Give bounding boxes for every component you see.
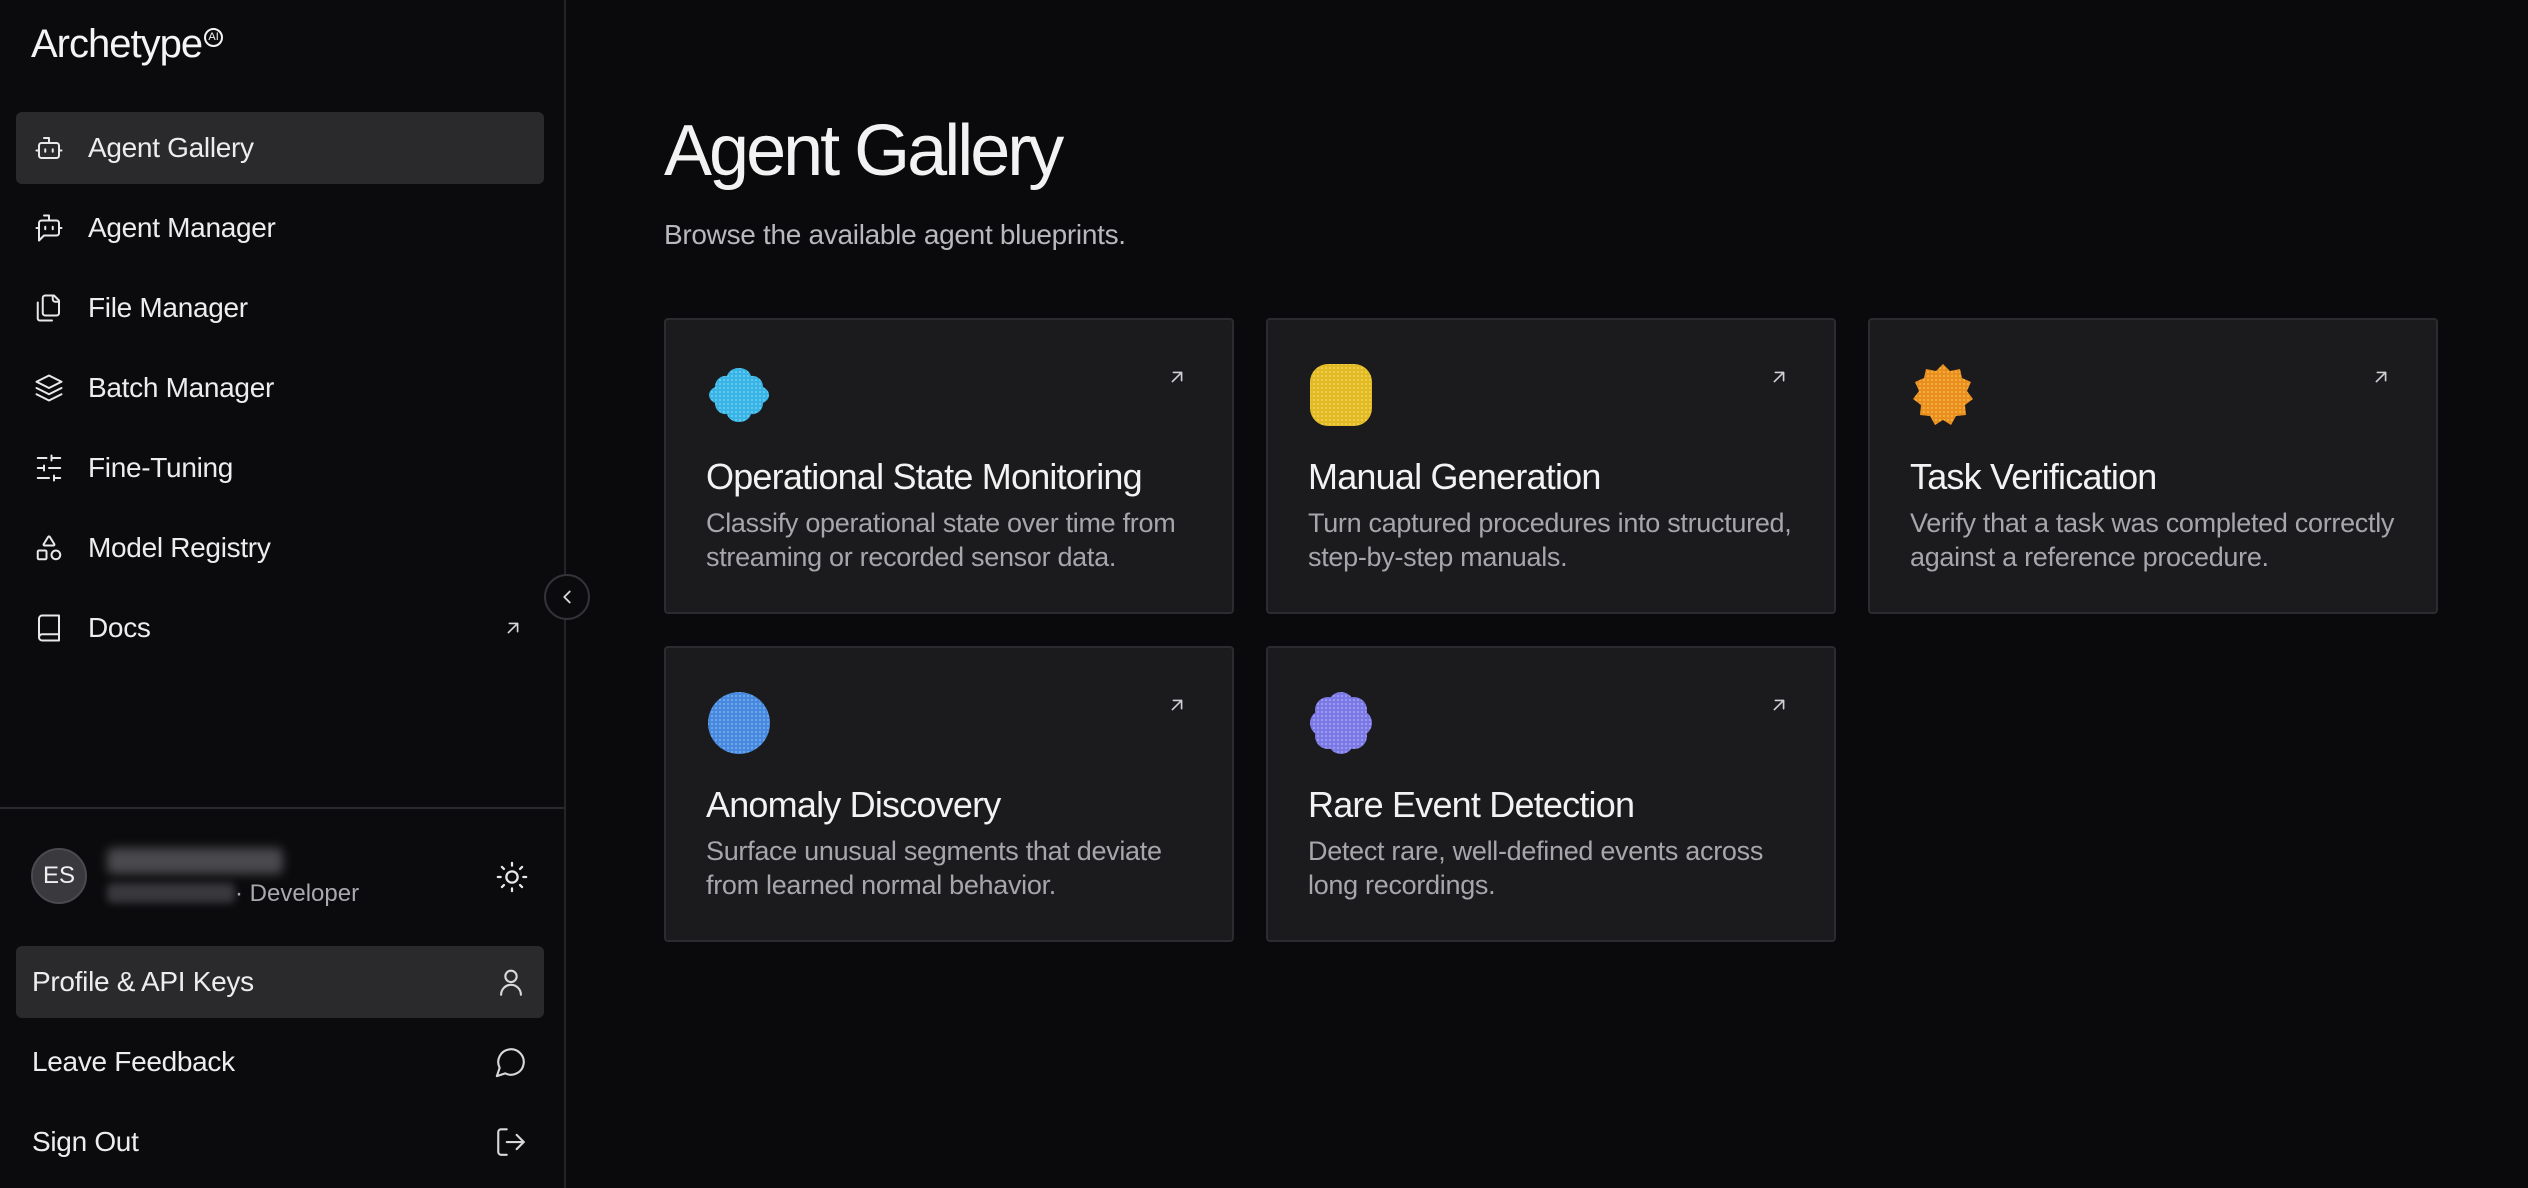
flower-icon	[1308, 690, 1374, 756]
user-name-redacted	[107, 848, 283, 874]
files-icon	[32, 291, 66, 325]
sidebar-item-file-manager[interactable]: File Manager	[16, 272, 544, 344]
sidebar-item-label: File Manager	[88, 292, 248, 323]
avatar[interactable]: ES	[31, 848, 87, 904]
user-icon	[494, 965, 528, 999]
card-description: Turn captured procedures into structured…	[1308, 508, 1792, 572]
sliders-icon	[32, 451, 66, 485]
arrow-up-right-icon	[2370, 366, 2392, 388]
circle-icon	[706, 690, 772, 756]
sidebar-item-agent-gallery[interactable]: Agent Gallery	[16, 112, 544, 184]
page-title: Agent Gallery	[664, 111, 1064, 191]
logo-text: Archetype	[31, 22, 203, 66]
agent-card-anomaly-discovery[interactable]: Anomaly Discovery Surface unusual segmen…	[664, 646, 1234, 942]
sidebar-divider	[0, 807, 566, 809]
card-description: Detect rare, well-defined events across …	[1308, 836, 1764, 900]
card-description: Surface unusual segments that deviate fr…	[706, 836, 1162, 900]
sidebar-item-label: Batch Manager	[88, 372, 274, 403]
arrow-up-right-icon	[1166, 366, 1188, 388]
page-subtitle: Browse the available agent blueprints.	[664, 219, 1126, 250]
logo[interactable]: Archetype AI	[31, 22, 224, 67]
sidebar: Archetype AI Agent Gallery Agent Manager …	[0, 0, 566, 1188]
agent-card-rare-event-detection[interactable]: Rare Event Detection Detect rare, well-d…	[1266, 646, 1836, 942]
cloud-blob-icon	[706, 362, 772, 428]
agent-card-manual-generation[interactable]: Manual Generation Turn captured procedur…	[1266, 318, 1836, 614]
leave-feedback-label: Leave Feedback	[32, 1046, 235, 1077]
sidebar-nav: Agent Gallery Agent Manager File Manager…	[16, 112, 544, 672]
card-title: Operational State Monitoring	[706, 456, 1143, 497]
logo-mark: AI	[204, 28, 224, 47]
collapse-sidebar-button[interactable]	[544, 574, 590, 620]
sidebar-item-batch-manager[interactable]: Batch Manager	[16, 352, 544, 424]
message-circle-icon	[494, 1045, 528, 1079]
arrow-up-right-icon	[1166, 694, 1188, 716]
bot-message-icon	[32, 211, 66, 245]
sidebar-item-label: Agent Manager	[88, 212, 276, 243]
sidebar-item-label: Fine-Tuning	[88, 452, 234, 483]
chevron-left-icon	[563, 590, 571, 604]
main-content: Agent Gallery Browse the available agent…	[568, 0, 2528, 1188]
account-menu: Profile & API Keys Leave Feedback Sign O…	[16, 946, 544, 1186]
bot-icon	[32, 131, 66, 165]
sidebar-item-model-registry[interactable]: Model Registry	[16, 512, 544, 584]
sign-out-button[interactable]: Sign Out	[16, 1106, 544, 1178]
card-description: Verify that a task was completed correct…	[1910, 508, 2395, 572]
card-title: Anomaly Discovery	[706, 784, 1001, 825]
squircle-icon	[1308, 362, 1374, 428]
user-email-redacted	[107, 883, 235, 903]
app-window: Archetype AI Agent Gallery Agent Manager …	[0, 0, 2528, 1188]
card-title: Task Verification	[1910, 456, 2157, 497]
profile-api-keys-button[interactable]: Profile & API Keys	[16, 946, 544, 1018]
user-panel: ES · Developer	[31, 846, 531, 912]
sidebar-item-label: Model Registry	[88, 532, 271, 563]
agent-card-operational-state-monitoring[interactable]: Operational State Monitoring Classify op…	[664, 318, 1234, 614]
leave-feedback-button[interactable]: Leave Feedback	[16, 1026, 544, 1098]
external-link-icon	[502, 617, 524, 639]
card-description: Classify operational state over time fro…	[706, 508, 1176, 572]
profile-api-keys-label: Profile & API Keys	[32, 966, 254, 997]
card-title: Rare Event Detection	[1308, 784, 1635, 825]
agent-card-task-verification[interactable]: Task Verification Verify that a task was…	[1868, 318, 2438, 614]
sidebar-item-label: Docs	[88, 612, 151, 643]
arrow-up-right-icon	[1768, 366, 1790, 388]
user-role: · Developer	[235, 880, 360, 907]
card-title: Manual Generation	[1308, 456, 1601, 497]
sidebar-item-agent-manager[interactable]: Agent Manager	[16, 192, 544, 264]
book-icon	[32, 611, 66, 645]
sun-icon[interactable]	[495, 860, 529, 894]
sign-out-label: Sign Out	[32, 1126, 139, 1157]
layers-icon	[32, 371, 66, 405]
badge-icon	[1910, 362, 1976, 428]
shapes-icon	[32, 531, 66, 565]
sidebar-item-docs[interactable]: Docs	[16, 592, 544, 664]
arrow-up-right-icon	[1768, 694, 1790, 716]
sidebar-item-label: Agent Gallery	[88, 132, 254, 163]
sidebar-item-fine-tuning[interactable]: Fine-Tuning	[16, 432, 544, 504]
log-out-icon	[494, 1125, 528, 1159]
